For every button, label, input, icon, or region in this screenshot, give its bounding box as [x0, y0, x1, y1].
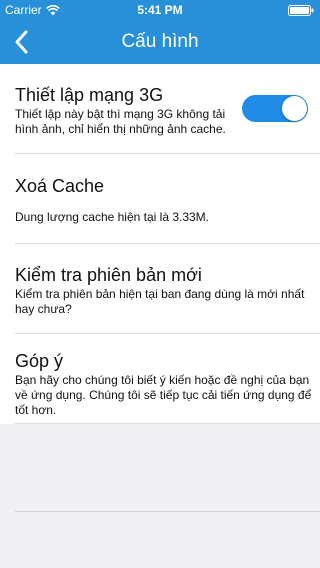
page-title: Cấu hình [121, 31, 199, 52]
cache-size-description: Dung lượng cache hiện tại là 3.33M. [15, 210, 210, 224]
setting-feedback[interactable]: Góp ý Bạn hãy cho chúng tôi biết ý kiến … [0, 334, 320, 424]
status-bar: Carrier 5:41 PM [0, 0, 320, 20]
setting-clear-cache[interactable]: Xoá Cache Dung lượng cache hiện tại là 3… [0, 154, 320, 244]
divider [15, 423, 320, 424]
setting-3g-description: Thiết lập này bật thì mạng 3G không tải … [15, 107, 226, 136]
settings-list: Thiết lập mạng 3G Thiết lập này bật thì … [0, 64, 320, 424]
setting-3g-title: Thiết lập mạng 3G [15, 85, 164, 105]
navigation-bar: Cấu hình [0, 20, 320, 64]
battery-icon [288, 5, 314, 16]
setting-3g-network: Thiết lập mạng 3G Thiết lập này bật thì … [0, 64, 320, 154]
3g-network-toggle[interactable] [242, 95, 308, 122]
check-version-description: Kiểm tra phiên bản hiện tại ban đang dùn… [15, 287, 305, 316]
setting-check-version[interactable]: Kiểm tra phiên bản mới Kiểm tra phiên bả… [0, 244, 320, 334]
feedback-description: Bạn hãy cho chúng tôi biết ý kiến hoặc đ… [15, 373, 312, 417]
check-version-title: Kiểm tra phiên bản mới [15, 265, 202, 285]
clear-cache-title: Xoá Cache [15, 176, 105, 196]
bottom-divider [15, 511, 320, 512]
status-time: 5:41 PM [137, 3, 183, 17]
toggle-knob [282, 96, 307, 121]
feedback-title: Góp ý [15, 351, 64, 371]
